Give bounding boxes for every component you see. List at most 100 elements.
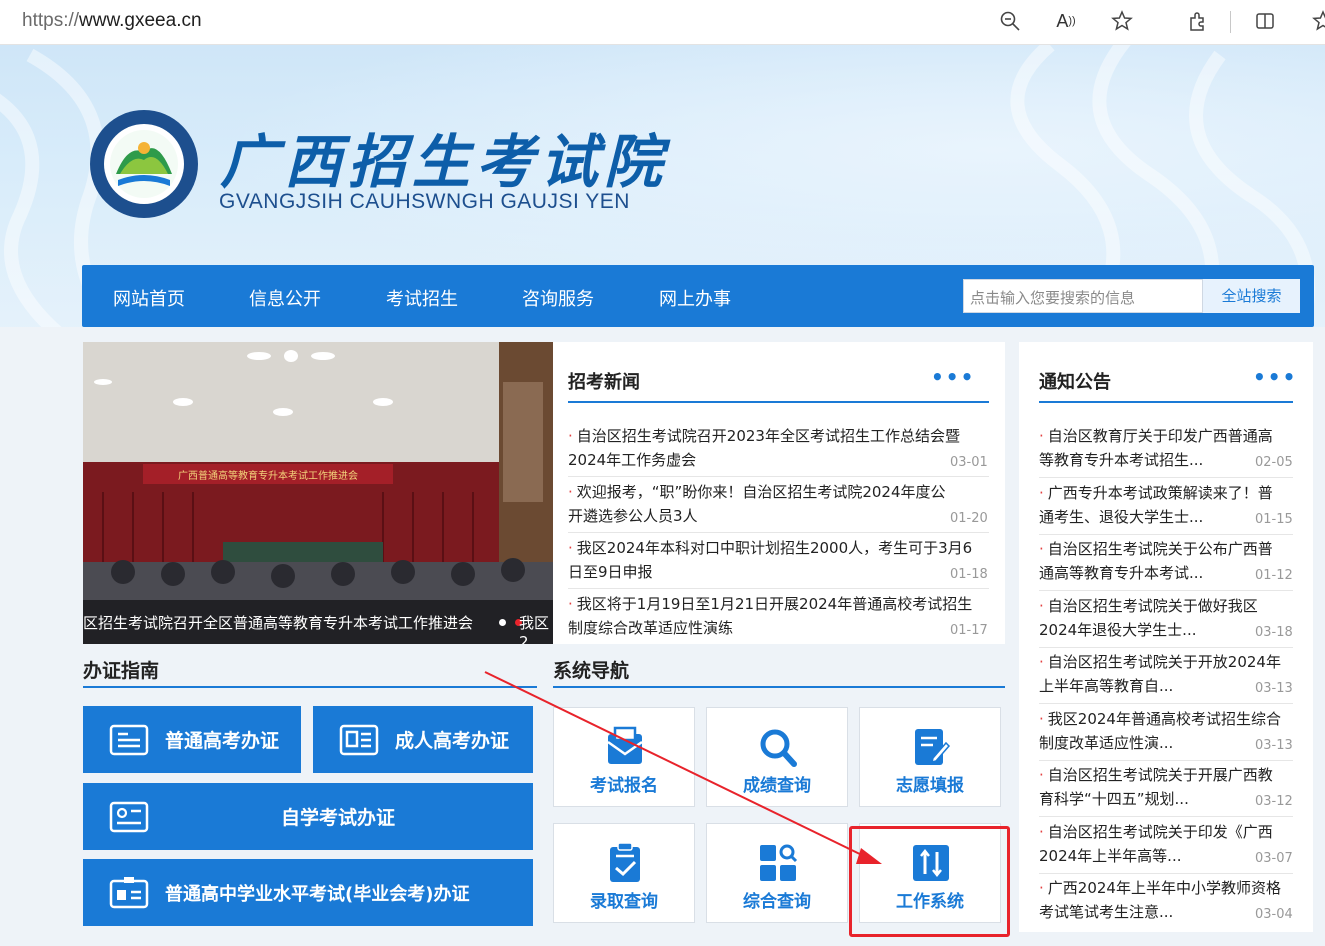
news-more-icon[interactable]: ••• xyxy=(931,365,975,389)
news-date: 03-01 xyxy=(950,455,988,470)
news-item-line2: 2024年工作务虚会 xyxy=(568,451,697,469)
bullet-icon: · xyxy=(1039,653,1044,671)
bullet-icon: · xyxy=(1039,823,1044,841)
sysnav-rule xyxy=(553,686,1005,688)
favorites-bar-icon[interactable] xyxy=(1308,6,1325,36)
notice-divider xyxy=(1039,590,1293,591)
nav-item-info-public[interactable]: 信息公开 xyxy=(249,285,321,311)
envelope-icon xyxy=(607,726,643,764)
news-item[interactable]: · 我区将于1月19日至1月21日开展2024年普通高校考试招生 制度综合改革适应性… xyxy=(568,592,988,640)
news-divider xyxy=(568,532,989,533)
site-subtitle: GVANGJSIH CAUHSWNGH GAUJSI YEN xyxy=(219,190,630,213)
notice-rule xyxy=(1039,401,1293,403)
notice-item-line1: 自治区招生考试院关于做好我区 xyxy=(1047,597,1258,615)
search-icon xyxy=(760,729,797,767)
notice-divider xyxy=(1039,873,1293,874)
edit-form-icon xyxy=(915,729,951,765)
slider-dot[interactable] xyxy=(499,619,506,626)
notice-divider xyxy=(1039,647,1293,648)
slider-next-caption: 我区2 xyxy=(519,614,550,644)
bullet-icon: · xyxy=(1039,484,1044,502)
news-title: 招考新闻 xyxy=(568,372,640,393)
proficiency-exam-cert-button[interactable]: 普通高中学业水平考试(毕业会考)办证 xyxy=(83,859,533,926)
bullet-icon: · xyxy=(1039,427,1044,445)
notice-title: 通知公告 xyxy=(1039,372,1111,393)
news-slider[interactable]: 广西普通高等教育专升本考试工作推进会 区招生考试院召开全区普通高等教育专升本考试… xyxy=(83,342,553,644)
news-item-line1: 我区2024年本科对口中职计划招生2000人，考生可于3月6 xyxy=(576,539,973,557)
admission-query-tile[interactable]: 录取查询 xyxy=(553,823,695,923)
nav-item-home[interactable]: 网站首页 xyxy=(113,285,185,311)
notice-date: 01-12 xyxy=(1255,568,1293,583)
notice-date: 03-04 xyxy=(1255,907,1293,922)
volunteer-fill-tile[interactable]: 志愿填报 xyxy=(859,707,1001,807)
site-title: 广西招生考试院 xyxy=(220,128,669,196)
browser-address-bar: https://www.gxeea.cn A)) xyxy=(0,0,1325,45)
news-item-line2: 日至9日申报 xyxy=(568,563,653,581)
svg-text:广西普通高等教育专升本考试工作推进会: 广西普通高等教育专升本考试工作推进会 xyxy=(178,469,358,482)
address-url[interactable]: https://www.gxeea.cn xyxy=(22,10,202,32)
news-item[interactable]: · 欢迎报考，“职”盼你来！自治区招生考试院2024年度公 开遴选参公人员3人 xyxy=(568,480,988,528)
nav-item-consult[interactable]: 咨询服务 xyxy=(522,285,594,311)
id-card-icon xyxy=(339,724,379,755)
news-divider xyxy=(568,476,989,477)
notice-date: 03-13 xyxy=(1255,681,1293,696)
slider-caption[interactable]: 区招生考试院召开全区普通高等教育专升本考试工作推进会 xyxy=(83,600,553,644)
notice-more-icon[interactable]: ••• xyxy=(1253,365,1297,389)
score-query-tile[interactable]: 成绩查询 xyxy=(706,707,848,807)
news-item[interactable]: · 自治区招生考试院召开2023年全区考试招生工作总结会暨 2024年工作务虚会 xyxy=(568,424,988,472)
notice-date: 02-05 xyxy=(1255,455,1293,470)
self-study-cert-button[interactable]: 自学考试办证 xyxy=(83,783,533,850)
id-card-icon xyxy=(109,724,149,755)
notice-date: 03-13 xyxy=(1255,738,1293,753)
notice-item-line2: 上半年高等教育自... xyxy=(1039,677,1174,695)
grid-search-icon xyxy=(760,844,798,881)
notice-divider xyxy=(1039,477,1293,478)
annotation-highlight-box xyxy=(849,826,1010,937)
search-input[interactable]: 点击输入您要搜索的信息 xyxy=(963,279,1203,313)
gaokao-cert-button[interactable]: 普通高考办证 xyxy=(83,706,301,773)
news-rule xyxy=(568,401,989,403)
id-card-icon xyxy=(109,801,149,832)
bullet-icon: · xyxy=(1039,879,1044,897)
search-button[interactable]: 全站搜索 xyxy=(1203,279,1300,313)
notice-item-line2: 育科学“十四五”规划... xyxy=(1039,790,1189,808)
news-date: 01-17 xyxy=(950,623,988,638)
notice-item-line2: 通高等教育专升本考试... xyxy=(1039,564,1204,582)
bullet-icon: · xyxy=(568,483,573,501)
notice-item-line2: 2024年退役大学生士... xyxy=(1039,621,1197,639)
extensions-icon[interactable] xyxy=(1183,6,1213,36)
bullet-icon: · xyxy=(568,595,573,613)
news-item-line1: 自治区招生考试院召开2023年全区考试招生工作总结会暨 xyxy=(576,427,960,445)
notice-date: 03-18 xyxy=(1255,625,1293,640)
toolbar-divider xyxy=(1230,11,1231,33)
bullet-icon: · xyxy=(1039,540,1044,558)
split-screen-icon[interactable] xyxy=(1250,6,1280,36)
read-aloud-icon[interactable]: A)) xyxy=(1051,6,1081,36)
bullet-icon: · xyxy=(568,427,573,445)
notice-item-line1: 广西专升本考试政策解读来了！普 xyxy=(1047,484,1273,502)
adult-exam-cert-button[interactable]: 成人高考办证 xyxy=(313,706,533,773)
notice-item-line2: 等教育专升本考试招生... xyxy=(1039,451,1204,469)
notice-item-line1: 我区2024年普通高校考试招生综合 xyxy=(1047,710,1281,728)
news-item-line2: 开遴选参公人员3人 xyxy=(568,507,698,525)
news-date: 01-20 xyxy=(950,511,988,526)
notice-item-line1: 自治区教育厅关于印发广西普通高 xyxy=(1047,427,1273,445)
logo-seal-icon xyxy=(90,110,198,218)
exam-registration-tile[interactable]: 考试报名 xyxy=(553,707,695,807)
news-item[interactable]: · 我区2024年本科对口中职计划招生2000人，考生可于3月6 日至9日申报 xyxy=(568,536,988,584)
bullet-icon: · xyxy=(1039,766,1044,784)
notice-date: 03-12 xyxy=(1255,794,1293,809)
notice-divider xyxy=(1039,703,1293,704)
notice-item-line1: 广西2024年上半年中小学教师资格 xyxy=(1047,879,1281,897)
nav-item-online-service[interactable]: 网上办事 xyxy=(659,285,731,311)
notice-item-line1: 自治区招生考试院关于开放2024年 xyxy=(1047,653,1281,671)
bullet-icon: · xyxy=(1039,710,1044,728)
notice-divider xyxy=(1039,816,1293,817)
comprehensive-query-tile[interactable]: 综合查询 xyxy=(706,823,848,923)
nav-item-exam-enroll[interactable]: 考试招生 xyxy=(386,285,458,311)
notice-item-line2: 2024年上半年高等... xyxy=(1039,847,1182,865)
bullet-icon: · xyxy=(568,539,573,557)
zoom-out-icon[interactable] xyxy=(995,6,1025,36)
favorite-star-icon[interactable] xyxy=(1107,6,1137,36)
news-date: 01-18 xyxy=(950,567,988,582)
